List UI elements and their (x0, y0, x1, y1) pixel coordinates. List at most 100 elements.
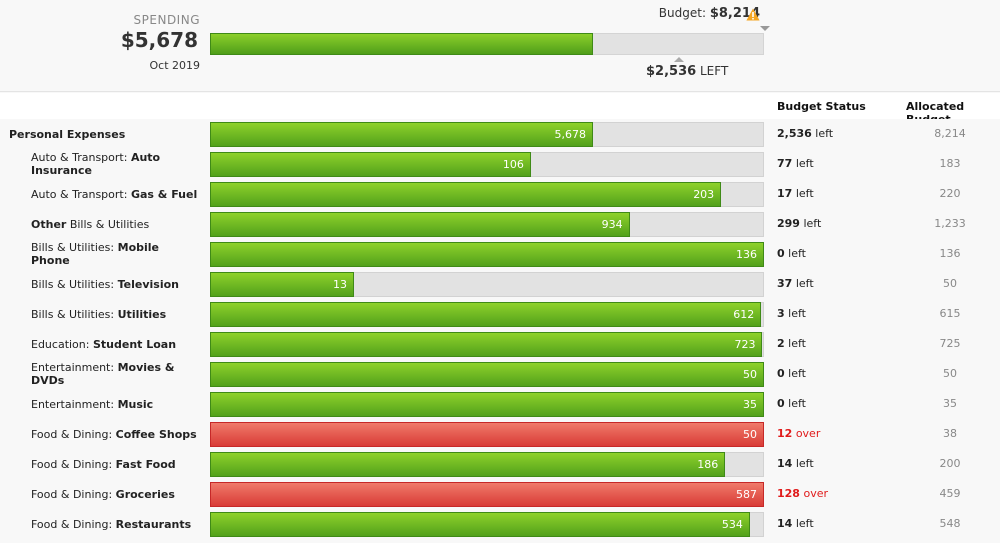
budget-progress-bar[interactable]: 50 (210, 422, 764, 447)
budget-progress-bar[interactable]: 5,678 (210, 122, 764, 147)
status-value: 0 (777, 397, 785, 410)
spending-summary: SPENDING $5,678 Oct 2019 Budget: $8,214 … (0, 0, 1000, 92)
warning-triangle-icon[interactable] (746, 8, 760, 21)
budget-row[interactable]: Food & Dining: Coffee Shops 50 12 over 38 (0, 419, 1000, 449)
category-label[interactable]: Bills & Utilities: Utilities (31, 299, 201, 329)
allocated-budget[interactable]: 200 (905, 449, 995, 479)
status-value: 0 (777, 367, 785, 380)
budget-status: 3 left (777, 299, 806, 329)
category-label[interactable]: Bills & Utilities: Mobile Phone (31, 239, 201, 269)
allocated-budget[interactable]: 35 (905, 389, 995, 419)
budget-progress-bar[interactable]: 612 (210, 302, 764, 327)
budget-row-total[interactable]: Personal Expenses 5,678 2,536 left 8,214 (0, 119, 1000, 149)
budget-row[interactable]: Entertainment: Movies & DVDs 50 0 left 50 (0, 359, 1000, 389)
category-label[interactable]: Bills & Utilities: Television (31, 269, 201, 299)
budget-progress-bar[interactable]: 13 (210, 272, 764, 297)
allocated-budget[interactable]: 136 (905, 239, 995, 269)
status-word: left (795, 457, 814, 470)
allocated-budget[interactable]: 8,214 (905, 119, 995, 149)
budget-label: Budget: (658, 6, 706, 20)
category-parent: Bills & Utilities: (31, 241, 118, 254)
budget-progress-fill: 612 (210, 302, 762, 327)
budget-row[interactable]: Auto & Transport: Gas & Fuel 203 17 left 22… (0, 179, 1000, 209)
category-text: Food & Dining: Restaurants (31, 518, 191, 531)
category-label[interactable]: Auto & Transport: Gas & Fuel (31, 179, 201, 209)
category-name: Fast Food (115, 457, 176, 471)
budget-row[interactable]: Education: Student Loan 723 2 left 725 (0, 329, 1000, 359)
budget-progress-fill: 534 (210, 512, 750, 537)
category-label[interactable]: Entertainment: Music (31, 389, 201, 419)
budget-row[interactable]: Bills & Utilities: Mobile Phone 136 0 left… (0, 239, 1000, 269)
category-name: Gas & Fuel (130, 187, 198, 201)
budget-progress-bar[interactable]: 50 (210, 362, 764, 387)
budget-row[interactable]: Bills & Utilities: Utilities 612 3 left 615 (0, 299, 1000, 329)
remaining-amount: $2,536 (646, 64, 697, 79)
budget-row[interactable]: Other Bills & Utilities 934 299 left 1,233 (0, 209, 1000, 239)
status-value: 12 (777, 427, 793, 440)
status-word: left (788, 367, 806, 380)
budget-progress-bar[interactable]: 723 (210, 332, 764, 357)
status-word: over (795, 427, 821, 440)
spending-label: SPENDING (133, 13, 200, 27)
budget-status: 2,536 left (777, 119, 833, 149)
budget-progress-fill: 186 (210, 452, 726, 477)
allocated-budget[interactable]: 615 (905, 299, 995, 329)
category-label[interactable]: Food & Dining: Restaurants (31, 509, 201, 539)
category-parent: Food & Dining: (31, 487, 116, 501)
category-parent: Food & Dining: (31, 517, 116, 531)
budget-status: 128 over (777, 479, 828, 509)
budget-row[interactable]: Food & Dining: Groceries 587 128 over 459 (0, 479, 1000, 509)
category-label[interactable]: Auto & Transport: Auto Insurance (31, 149, 201, 179)
allocated-budget[interactable]: 220 (905, 179, 995, 209)
category-label[interactable]: Food & Dining: Coffee Shops (31, 419, 201, 449)
budget-row[interactable]: Food & Dining: Restaurants 534 14 left 548 (0, 509, 1000, 539)
status-value: 17 (777, 187, 793, 200)
category-name: Music (117, 397, 154, 411)
category-label[interactable]: Food & Dining: Fast Food (31, 449, 201, 479)
allocated-budget[interactable]: 183 (905, 149, 995, 179)
status-word: left (788, 247, 806, 260)
spending-marker-icon (674, 57, 684, 62)
budget-progress-bar[interactable]: 203 (210, 182, 764, 207)
category-name: Restaurants (115, 517, 192, 531)
budget-progress-bar[interactable]: 534 (210, 512, 764, 537)
status-word: left (795, 187, 814, 200)
budget-progress-bar[interactable]: 106 (210, 152, 764, 177)
allocated-budget[interactable]: 548 (905, 509, 995, 539)
budget-status: 299 left (777, 209, 821, 239)
budget-progress-fill-over: 587 (210, 482, 764, 507)
budget-progress-bar[interactable]: 934 (210, 212, 764, 237)
category-label[interactable]: Other Bills & Utilities (31, 209, 201, 239)
budget-progress-bar[interactable]: 186 (210, 452, 764, 477)
category-label[interactable]: Education: Student Loan (31, 329, 201, 359)
budget-row[interactable]: Entertainment: Music 35 0 left 35 (0, 389, 1000, 419)
category-parent: Bills & Utilities: (31, 307, 118, 321)
budget-status: 0 left (777, 359, 806, 389)
allocated-budget[interactable]: 725 (905, 329, 995, 359)
column-header-status[interactable]: Budget Status (777, 100, 866, 113)
remaining-label: LEFT (700, 64, 729, 78)
category-text: Food & Dining: Groceries (31, 488, 175, 501)
allocated-budget[interactable]: 50 (905, 269, 995, 299)
budget-row[interactable]: Bills & Utilities: Television 13 37 left 50 (0, 269, 1000, 299)
status-value: 0 (777, 247, 785, 260)
category-label[interactable]: Personal Expenses (9, 119, 179, 149)
category-text: Entertainment: Music (31, 398, 153, 411)
budget-progress-bar[interactable]: 136 (210, 242, 764, 267)
category-label[interactable]: Food & Dining: Groceries (31, 479, 201, 509)
status-word: left (795, 517, 814, 530)
allocated-budget[interactable]: 50 (905, 359, 995, 389)
category-label[interactable]: Entertainment: Movies & DVDs (31, 359, 201, 389)
spending-amount: $5,678 (120, 28, 198, 52)
budget-row[interactable]: Food & Dining: Fast Food 186 14 left 200 (0, 449, 1000, 479)
budget-status: 14 left (777, 509, 814, 539)
budget-total: Budget: $8,214 (659, 6, 760, 21)
allocated-budget[interactable]: 38 (905, 419, 995, 449)
budget-progress-bar[interactable]: 587 (210, 482, 764, 507)
budget-status: 0 left (777, 239, 806, 269)
allocated-budget[interactable]: 459 (905, 479, 995, 509)
allocated-budget[interactable]: 1,233 (905, 209, 995, 239)
budget-progress-bar[interactable]: 35 (210, 392, 764, 417)
status-value: 128 (777, 487, 800, 500)
budget-row[interactable]: Auto & Transport: Auto Insurance 106 77 le… (0, 149, 1000, 179)
